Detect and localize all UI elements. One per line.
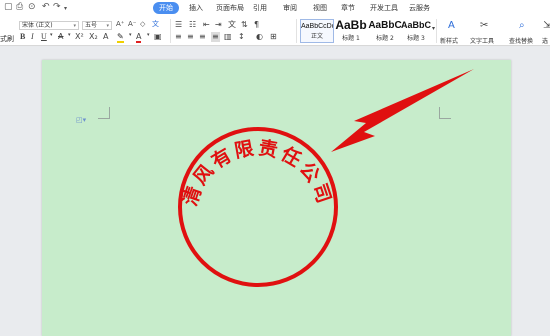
seal-overlay: 清风有限责任公司	[178, 69, 474, 287]
seal-text: 清风有限责任公司	[178, 136, 336, 209]
pointer-arrow	[331, 69, 474, 152]
seal-text-path: 清风有限责任公司	[178, 136, 333, 209]
